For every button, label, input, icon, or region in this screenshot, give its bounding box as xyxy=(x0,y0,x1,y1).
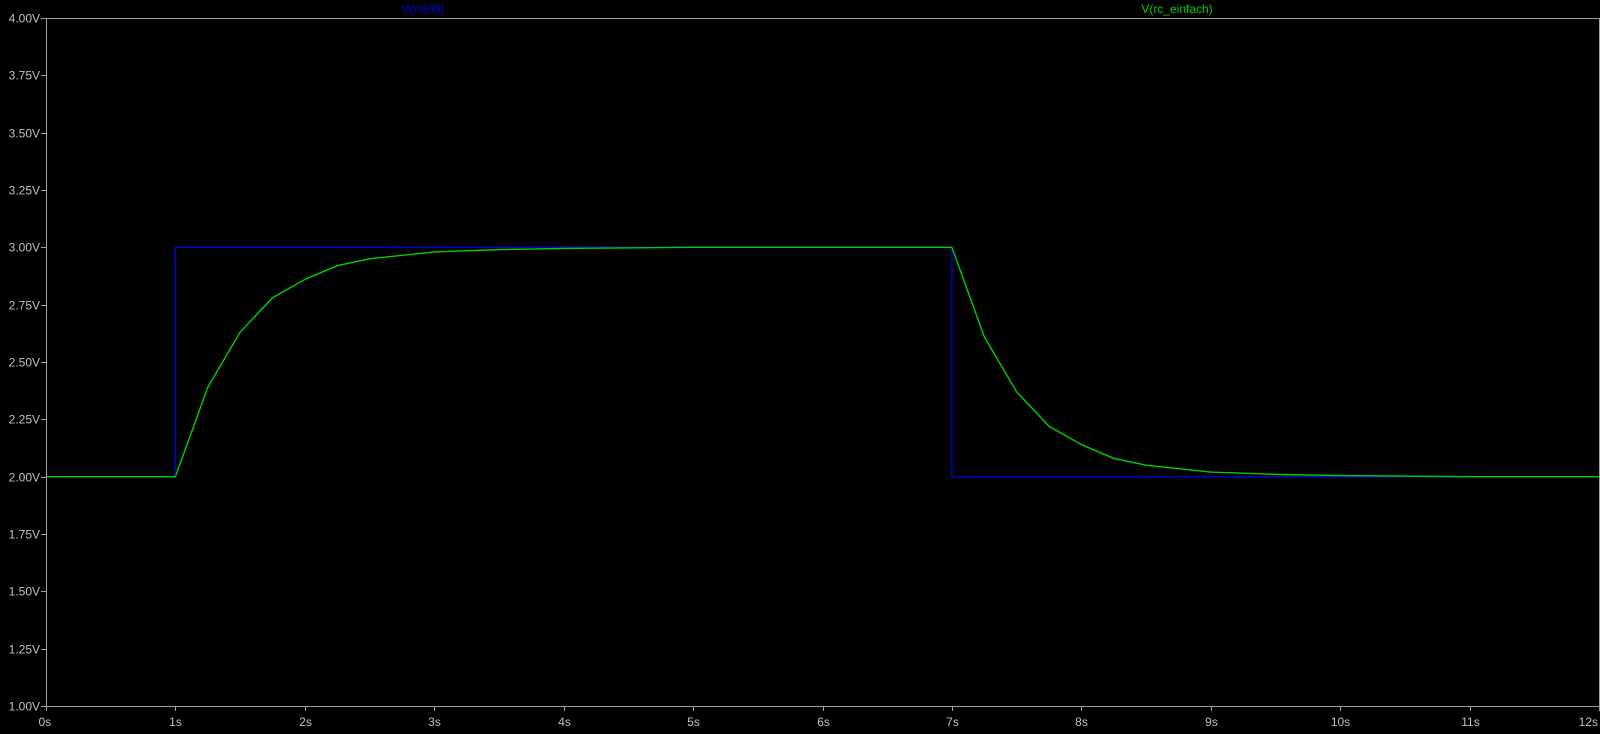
x-tick-label: 11s xyxy=(1461,715,1479,729)
y-tick-label: 1.75V xyxy=(9,528,40,542)
y-tick-label: 2.75V xyxy=(9,299,40,313)
x-tick-label: 9s xyxy=(1205,715,1218,729)
y-tick-label: 1.25V xyxy=(9,643,40,657)
x-tick-label: 3s xyxy=(428,715,441,729)
y-tick-label: 3.00V xyxy=(9,241,40,255)
x-tick-label: 4s xyxy=(558,715,571,729)
waveform-plot: 1.00V 1.25V 1.50V 1.75V 2.00V 2.25V 2.50V 2.75V… xyxy=(0,0,1600,734)
y-tick-label: 1.00V xyxy=(9,700,40,714)
waveform-chart: 1.00V 1.25V 1.50V 1.75V 2.00V 2.25V 2.50V 2.75V… xyxy=(0,0,1600,734)
y-tick-label: 3.25V xyxy=(9,184,40,198)
y-tick-label: 3.75V xyxy=(9,69,40,83)
x-tick-label: 10s xyxy=(1331,715,1350,729)
y-tick-label: 2.50V xyxy=(9,356,40,370)
x-tick-label: 2s xyxy=(299,715,312,729)
x-tick-label: 6s xyxy=(817,715,830,729)
x-tick-label: 1s xyxy=(169,715,182,729)
x-tick-label: 8s xyxy=(1075,715,1088,729)
legend-label-1[interactable]: V(rc_einfach) xyxy=(1141,2,1212,16)
legend-label-0[interactable]: V(n009) xyxy=(402,2,445,16)
y-tick-label: 2.00V xyxy=(9,471,40,485)
plot-background xyxy=(0,0,1600,734)
y-tick-label: 4.00V xyxy=(9,12,40,26)
x-tick-label: 5s xyxy=(687,715,700,729)
y-tick-label: 2.25V xyxy=(9,413,40,427)
y-tick-label: 1.50V xyxy=(9,585,40,599)
x-tick-label: 0s xyxy=(39,715,52,729)
x-tick-label: 7s xyxy=(946,715,959,729)
y-tick-label: 3.50V xyxy=(9,127,40,141)
x-tick-label: 12s xyxy=(1579,715,1598,729)
